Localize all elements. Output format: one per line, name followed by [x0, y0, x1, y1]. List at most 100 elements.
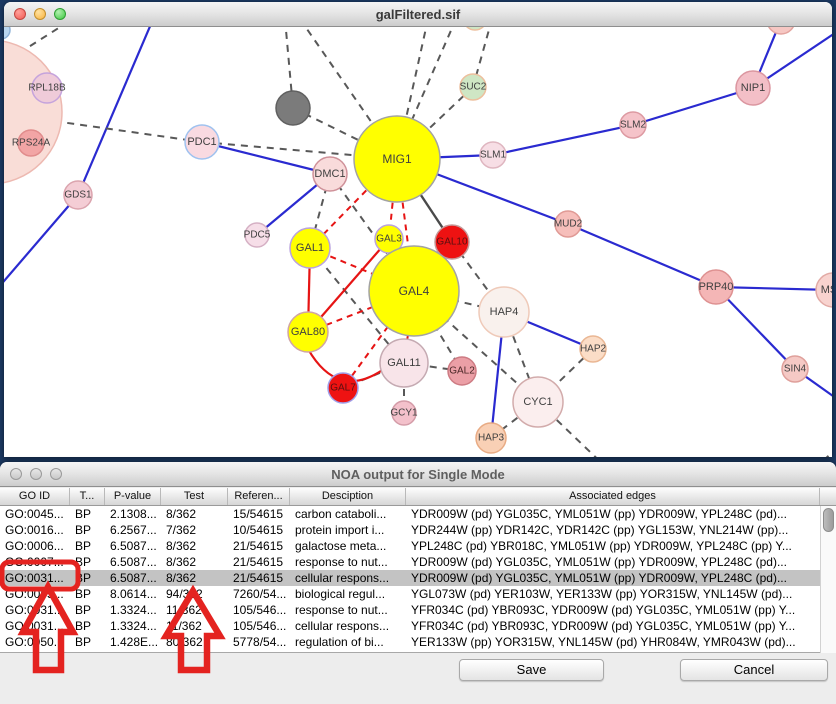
network-window-titlebar[interactable]: galFiltered.sif: [4, 2, 832, 27]
table-row[interactable]: GO:0050...BP1.428E...80/3625778/54...reg…: [0, 634, 820, 650]
noa-window-controls: [10, 468, 62, 480]
network-node-label: GAL1: [296, 242, 324, 254]
network-node-label: HAP4: [490, 306, 519, 318]
table-cell: YDR244W (pp) YDR142C, YDR142C (pp) YGL15…: [406, 522, 820, 538]
table-row[interactable]: GO:0031...BP6.5087...8/36221/54615cellul…: [0, 570, 820, 586]
column-header-desciption[interactable]: Desciption: [290, 488, 406, 505]
table-cell: GO:0031...: [0, 618, 70, 634]
table-cell: GO:0031...: [0, 570, 70, 586]
table-cell: BP: [70, 602, 105, 618]
table-row[interactable]: GO:0007...BP6.5087...8/36221/54615respon…: [0, 554, 820, 570]
network-node-label: GAL11: [387, 357, 420, 369]
network-node-label: DMC1: [314, 168, 345, 180]
network-edge: [810, 447, 832, 457]
network-node-label: GCY1: [390, 408, 418, 419]
table-header: GO IDT...P-valueTestReferen...Desciption…: [0, 488, 836, 506]
table-cell: 21/54615: [228, 570, 290, 586]
table-cell: GO:0031...: [0, 602, 70, 618]
network-node-label: SUC2: [460, 82, 487, 93]
network-node-top_pink[interactable]: [767, 27, 795, 34]
network-node-big[interactable]: [4, 40, 62, 184]
minimize-button[interactable]: [30, 468, 42, 480]
table-cell: 21/54615: [228, 554, 290, 570]
table-cell: GO:0006...: [0, 538, 70, 554]
table-cell: response to nut...: [290, 602, 406, 618]
noa-output-window: NOA output for Single Mode GO IDT...P-va…: [0, 462, 836, 704]
table-cell: GO:0007...: [0, 554, 70, 570]
save-button[interactable]: Save: [459, 659, 604, 681]
table-cell: YER133W (pp) YOR315W, YNL145W (pd) YHR08…: [406, 634, 820, 650]
network-node-top_green[interactable]: [463, 27, 487, 30]
column-header-referen[interactable]: Referen...: [228, 488, 290, 505]
column-header-pvalue[interactable]: P-value: [105, 488, 161, 505]
zoom-button[interactable]: [50, 468, 62, 480]
desktop-background: galFiltered.sif RPL18BRPS24AGDS1PDC1MIG1…: [0, 0, 836, 704]
table-cell: 105/546...: [228, 618, 290, 634]
network-node-label: MIG1: [382, 152, 412, 166]
table-row[interactable]: GO:0031...BP1.3324...11/362105/546...res…: [0, 602, 820, 618]
table-cell: carbon cataboli...: [290, 506, 406, 522]
table-row[interactable]: GO:0031...BP1.3324...11/362105/546...cel…: [0, 618, 820, 634]
network-edge: [493, 125, 633, 155]
table-row[interactable]: GO:0006...BP6.5087...8/36221/54615galact…: [0, 538, 820, 554]
table-body: GO:0045...BP2.1308...8/36215/54615carbon…: [0, 506, 820, 650]
column-header-goid[interactable]: GO ID: [0, 488, 70, 505]
scrollbar-thumb[interactable]: [823, 508, 834, 532]
table-cell: 11/362: [161, 602, 228, 618]
table-row[interactable]: GO:0045...BP2.1308...8/36215/54615carbon…: [0, 506, 820, 522]
network-node-label: GAL80: [291, 326, 325, 338]
network-node-label: MSN: [821, 284, 832, 296]
table-cell: GO:0050...: [0, 634, 70, 650]
network-node-label: PRP40: [699, 281, 734, 293]
table-cell: 10/54615: [228, 522, 290, 538]
network-edge: [78, 27, 154, 195]
table-cell: 6.2567...: [105, 522, 161, 538]
network-node-label: GAL3: [376, 234, 402, 245]
table-cell: 105/546...: [228, 602, 290, 618]
table-cell: cellular respons...: [290, 618, 406, 634]
zoom-button[interactable]: [54, 8, 66, 20]
table-cell: 6.5087...: [105, 570, 161, 586]
table-cell: cellular respons...: [290, 570, 406, 586]
network-node-label: CYC1: [523, 396, 552, 408]
table-row[interactable]: GO:0065...BP8.0614...94/3627260/54...bio…: [0, 586, 820, 602]
table-cell: YFR034C (pd) YBR093C, YDR009W (pd) YGL03…: [406, 618, 820, 634]
close-button[interactable]: [14, 8, 26, 20]
network-window-title: galFiltered.sif: [376, 7, 461, 22]
close-button[interactable]: [10, 468, 22, 480]
column-header-test[interactable]: Test: [161, 488, 228, 505]
table-cell: BP: [70, 506, 105, 522]
table-cell: 80/362: [161, 634, 228, 650]
table-cell: 15/54615: [228, 506, 290, 522]
table-cell: 94/362: [161, 586, 228, 602]
minimize-button[interactable]: [34, 8, 46, 20]
network-node-blue_sliver[interactable]: [4, 27, 10, 39]
table-cell: GO:0065...: [0, 586, 70, 602]
table-cell: BP: [70, 634, 105, 650]
table-cell: 1.3324...: [105, 618, 161, 634]
table-cell: YGL073W (pd) YER103W, YER133W (pp) YOR31…: [406, 586, 820, 602]
vertical-scrollbar[interactable]: [820, 506, 836, 653]
network-node-label: GAL7: [330, 383, 356, 394]
network-edge: [202, 142, 330, 174]
window-controls: [14, 8, 66, 20]
column-header-associatededges[interactable]: Associated edges: [406, 488, 820, 505]
table-cell: YFR034C (pd) YBR093C, YDR009W (pd) YGL03…: [406, 602, 820, 618]
table-cell: regulation of bi...: [290, 634, 406, 650]
table-cell: 1.428E...: [105, 634, 161, 650]
network-canvas[interactable]: RPL18BRPS24AGDS1PDC1MIG1DMC1SUC2SLM1SLM2…: [4, 27, 832, 457]
table-cell: galactose meta...: [290, 538, 406, 554]
network-node-label: GAL10: [436, 237, 468, 248]
network-graph: RPL18BRPS24AGDS1PDC1MIG1DMC1SUC2SLM1SLM2…: [4, 27, 832, 457]
table-row[interactable]: GO:0016...BP6.2567...7/36210/54615protei…: [0, 522, 820, 538]
noa-window-titlebar[interactable]: NOA output for Single Mode: [0, 462, 836, 487]
noa-window-title: NOA output for Single Mode: [331, 467, 505, 482]
column-header-t[interactable]: T...: [70, 488, 105, 505]
network-node-label: RPL18B: [28, 83, 66, 94]
network-node-gray[interactable]: [276, 91, 310, 125]
table-cell: 6.5087...: [105, 538, 161, 554]
table-cell: BP: [70, 522, 105, 538]
cancel-button[interactable]: Cancel: [680, 659, 828, 681]
network-node-label: HAP2: [580, 344, 607, 355]
network-node-label: GAL4: [399, 284, 430, 298]
